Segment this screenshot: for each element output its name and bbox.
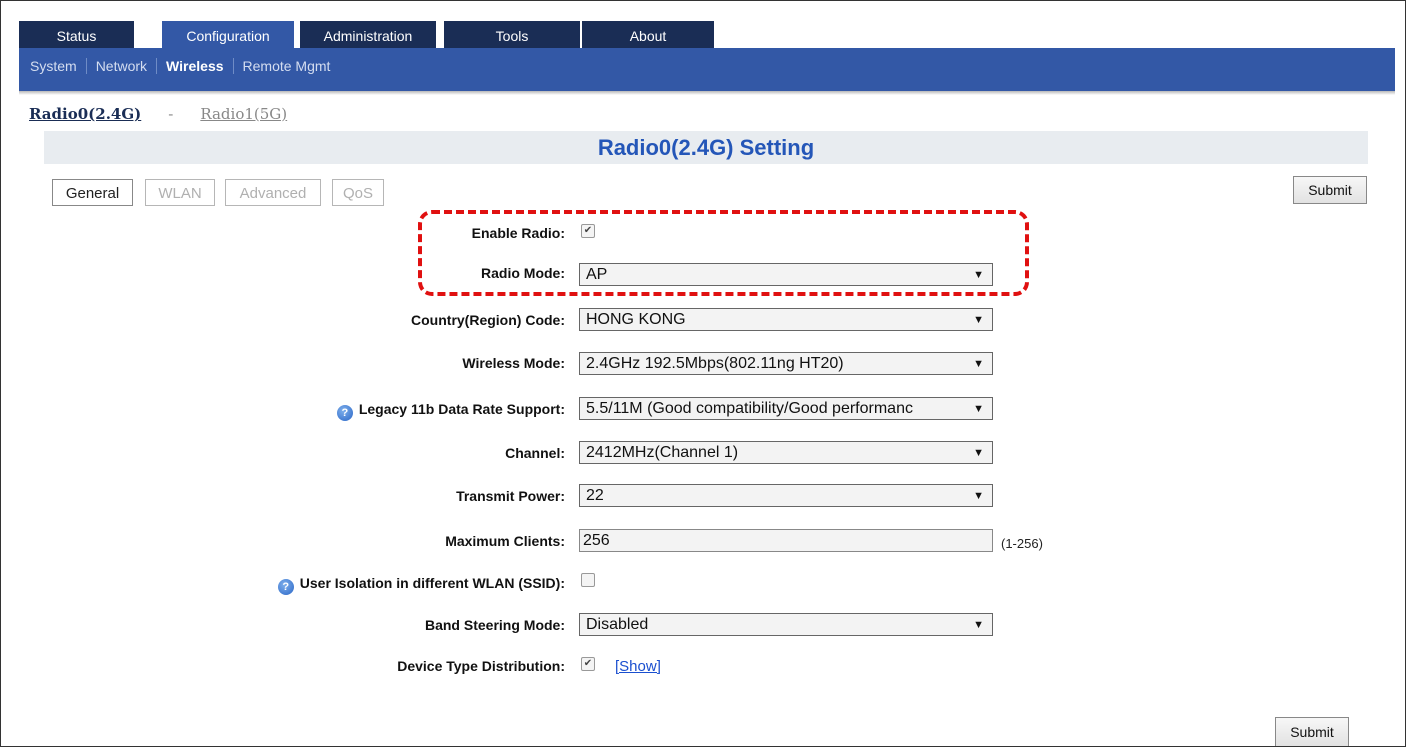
radio-selector: Radio0(2.4G) - Radio1(5G) xyxy=(29,105,287,123)
radio-separator: - xyxy=(168,105,174,123)
chevron-down-icon: ▼ xyxy=(973,358,984,370)
help-icon[interactable]: ? xyxy=(336,405,353,421)
band-steering-select[interactable]: Disabled ▼ xyxy=(579,613,993,636)
tab-about[interactable]: About xyxy=(582,21,714,48)
tab-general[interactable]: General xyxy=(52,179,133,206)
chevron-down-icon: ▼ xyxy=(973,490,984,502)
subnav-item-system[interactable]: System xyxy=(30,58,77,74)
channel-select[interactable]: 2412MHz(Channel 1) ▼ xyxy=(579,441,993,464)
radio0-link[interactable]: Radio0(2.4G) xyxy=(29,105,141,123)
chevron-down-icon: ▼ xyxy=(973,314,984,326)
router-config-window: Status Configuration Administration Tool… xyxy=(0,0,1406,747)
device-type-label: Device Type Distribution: xyxy=(397,658,565,674)
transmit-power-select[interactable]: 22 ▼ xyxy=(579,484,993,507)
top-nav: Status Configuration Administration Tool… xyxy=(19,21,1395,48)
user-isolation-checkbox[interactable] xyxy=(581,573,595,587)
chevron-down-icon: ▼ xyxy=(973,447,984,459)
chevron-down-icon: ▼ xyxy=(971,398,984,419)
subnav-item-wireless[interactable]: Wireless xyxy=(166,58,223,74)
device-type-checkbox[interactable]: ✔ xyxy=(581,657,595,671)
subnav-item-network[interactable]: Network xyxy=(96,58,147,74)
radio1-link[interactable]: Radio1(5G) xyxy=(200,105,287,123)
check-icon: ✔ xyxy=(583,658,593,669)
page-title-bar: Radio0(2.4G) Setting xyxy=(44,131,1368,164)
submit-button-bottom[interactable]: Submit xyxy=(1275,717,1349,746)
channel-label: Channel: xyxy=(505,445,565,461)
page-title: Radio0(2.4G) Setting xyxy=(597,135,815,160)
sub-nav: System Network Wireless Remote Mgmt xyxy=(19,48,1395,95)
wireless-mode-select[interactable]: 2.4GHz 192.5Mbps(802.11ng HT20) ▼ xyxy=(579,352,993,375)
legacy-rate-select[interactable]: 5.5/11M (Good compatibility/Good perform… xyxy=(579,397,993,420)
tab-administration[interactable]: Administration xyxy=(300,21,436,48)
country-code-select[interactable]: HONG KONG ▼ xyxy=(579,308,993,331)
submit-button-top[interactable]: Submit xyxy=(1293,176,1367,204)
chevron-down-icon: ▼ xyxy=(973,619,984,631)
legacy-rate-label: ? Legacy 11b Data Rate Support: xyxy=(336,401,565,421)
transmit-power-label: Transmit Power: xyxy=(456,488,565,504)
help-icon[interactable]: ? xyxy=(277,579,294,595)
max-clients-input[interactable]: 256 xyxy=(579,529,993,552)
wireless-mode-label: Wireless Mode: xyxy=(462,355,565,371)
show-link[interactable]: [Show] xyxy=(615,658,661,675)
user-isolation-label: ? User Isolation in different WLAN (SSID)… xyxy=(277,575,565,595)
max-clients-label: Maximum Clients: xyxy=(445,533,565,549)
tab-configuration[interactable]: Configuration xyxy=(162,21,294,48)
tab-qos[interactable]: QoS xyxy=(332,179,384,206)
tab-wlan[interactable]: WLAN xyxy=(145,179,215,206)
country-code-label: Country(Region) Code: xyxy=(411,312,565,328)
band-steering-label: Band Steering Mode: xyxy=(424,617,565,633)
max-clients-hint: (1-256) xyxy=(1001,536,1043,551)
tab-tools[interactable]: Tools xyxy=(444,21,580,48)
highlight-annotation xyxy=(418,210,1029,296)
tab-status[interactable]: Status xyxy=(19,21,134,48)
tab-advanced[interactable]: Advanced xyxy=(225,179,321,206)
subnav-item-remote-mgmt[interactable]: Remote Mgmt xyxy=(243,58,331,74)
